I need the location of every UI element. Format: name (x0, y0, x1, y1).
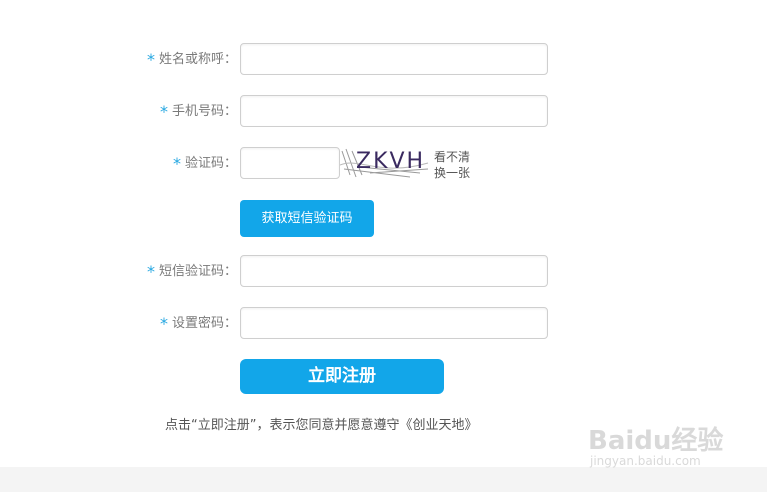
captcha-refresh-line2: 换一张 (434, 166, 471, 180)
password-label: * 设置密码： (0, 307, 237, 341)
sms-code-row: * 短信验证码： (0, 255, 767, 289)
captcha-label: * 验证码： (0, 147, 237, 181)
captcha-row: * 验证码： ZKVH 看不清 换一张 (0, 147, 767, 181)
password-input[interactable] (240, 307, 548, 339)
phone-label-text: 手机号码： (171, 104, 237, 119)
name-input[interactable] (240, 43, 548, 75)
captcha-image[interactable]: ZKVH (339, 147, 430, 179)
sms-code-label: * 短信验证码： (0, 255, 237, 289)
password-label-box: * 设置密码： (0, 307, 237, 341)
captcha-refresh-line1: 看不清 (434, 150, 471, 164)
captcha-text: ZKVH (356, 149, 426, 174)
captcha-label-text: 验证码： (184, 156, 237, 171)
phone-row: * 手机号码： (0, 95, 767, 129)
sms-code-label-box: * 短信验证码： (0, 255, 237, 289)
agreement-text: 点击“立即注册”，表示您同意并愿意遵守《创业天地》 (165, 418, 478, 433)
footer-bar (0, 467, 767, 492)
watermark-url: jingyan.baidu.com (590, 454, 701, 468)
required-mark: * (146, 50, 155, 69)
phone-input[interactable] (240, 95, 548, 127)
name-row: * 姓名或称呼： (0, 43, 767, 77)
sms-code-input[interactable] (240, 255, 548, 287)
phone-label: * 手机号码： (0, 95, 237, 129)
sms-code-label-text: 短信验证码： (158, 264, 237, 279)
watermark-logo: Baidu经验 (588, 426, 724, 456)
get-sms-code-button[interactable]: 获取短信验证码 (240, 200, 374, 237)
phone-label-box: * 手机号码： (0, 95, 237, 129)
password-row: * 设置密码： (0, 307, 767, 341)
name-label-box: * 姓名或称呼： (0, 43, 237, 77)
captcha-input[interactable] (240, 147, 340, 179)
baidu-watermark: Baidu经验 jingyan.baidu.com (588, 408, 728, 470)
captcha-refresh-link[interactable]: 看不清 换一张 (434, 149, 470, 181)
required-mark: * (159, 102, 168, 121)
required-mark: * (146, 262, 155, 281)
required-mark: * (159, 314, 168, 333)
name-label-text: 姓名或称呼： (158, 52, 237, 67)
required-mark: * (172, 154, 181, 173)
name-label: * 姓名或称呼： (0, 43, 237, 77)
captcha-label-box: * 验证码： (0, 147, 237, 181)
register-now-button[interactable]: 立即注册 (240, 359, 444, 394)
password-label-text: 设置密码： (171, 316, 237, 331)
